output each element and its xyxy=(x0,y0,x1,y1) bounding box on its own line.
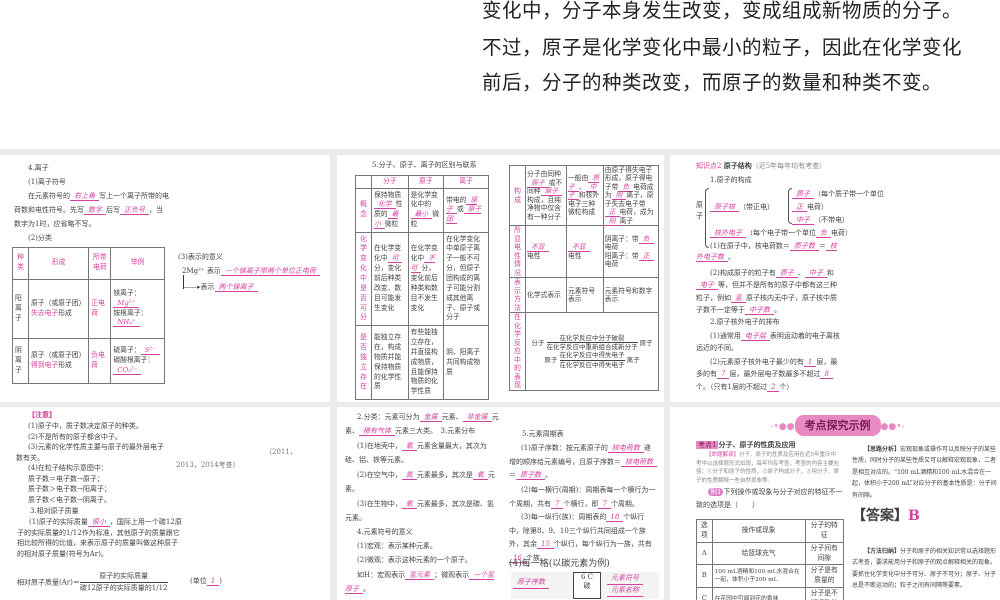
paragraph: (1)在原子中，核电荷数＝ 质子数＝核外电子数。 xyxy=(696,242,837,262)
paragraph: (2)元素原子核外电子最少的有 1 层，最多的有 7 层，最外层电子数最多不超过 8个。（… xyxy=(696,358,838,392)
ion-meaning-line: ——▸表示 两个镁离子 xyxy=(183,282,258,293)
topic-heading: 考点1 分子、原子的性质及应用 xyxy=(696,440,796,449)
section-title: 4.离子 xyxy=(28,164,49,172)
table-row: B 100 mL酒精和100 mL水混合在一起，体积小于200 mL 分子是有质量的 xyxy=(696,564,845,589)
table-row: 表示方法 化学式表示 元素符号表示 元素符号和数字表示 xyxy=(509,277,660,314)
section-banner: -•●● 考点探究示例 ●●•- xyxy=(770,415,905,437)
paragraph: 2.分类：元素可分为 金属 元素、 非金属 元素、 稀有气体 元素三大类。 3.元素分布 xyxy=(345,413,499,436)
atom-label: 原子 xyxy=(696,201,703,220)
table-row: 是否独立存在 能独立存在，构成物质并能保持物质的化学性质 有些能独立存在，并直接构成… xyxy=(355,325,489,400)
text-line: 数字为1时，应省略不写。 xyxy=(14,220,96,228)
text-line: 在元素符号的 右上角 写上一个离子所带的电 xyxy=(28,192,169,201)
body-text-line: 前后，分子的种类改变，而原子的数量和种类不变。 xyxy=(482,71,943,94)
method-summary-paragraph: 【方法归纳】分子和原子的相关知识常以选择题形式考查，要求能用分子和原子的观点解释… xyxy=(852,548,997,590)
answer: 【答案】B xyxy=(852,508,920,524)
proton-line-2: 正电荷） xyxy=(792,202,828,213)
exam-years: 2013，2014考查） xyxy=(176,461,240,469)
table-row: 概念 保持物质化学 性质的 最小 微粒 是化学变化中的最小 微粒 带电的 原子或原子团 xyxy=(355,188,489,233)
paragraph: (1)原子序数：按元素原子的 核电荷数 递增的顺序给元素编号，且原子序数＝ 核电荷数＝… xyxy=(509,442,657,483)
element-cell-diagram: 6 C碳 原子序数 元素符号 元素名称 xyxy=(511,572,659,599)
text-line: (2)微观：表示这种元素的一个原子。 xyxy=(357,556,472,564)
table-row: C在花园中可闻到花的香味分子是不断运动的 xyxy=(696,587,845,600)
paragraph: (2)构成原子的粒子有 质子、中子 和电子 等，但并不是所有的原子中都有这三种粒子，例… xyxy=(696,269,837,315)
table-row: A 给篮球充气 分子间有间隙 xyxy=(696,541,845,566)
table-row: 构成 分子由同种原子 或不同种 原子构成，且纯净物中仅含有一种分子 一般由 质子、中子 和核… xyxy=(509,164,660,227)
table-row: 化学变化中是否可分 在化学变化中 可分，变化前后种类改变、数目可能发生变化 在化学变化… xyxy=(355,231,489,327)
unit-line: (单位 1) xyxy=(190,577,222,586)
table-row: 阳离子 原子（或原子团）失去电子形成 正电荷 镁离子：Mg²⁺ 铵根离子：NH₄⁺ xyxy=(12,278,165,339)
proton-line: 质子 （每个质子带一个单位 xyxy=(792,189,884,200)
paragraph: 如H：宏观表示 氢元素 ；微观表示 一个氢原子。 xyxy=(345,571,495,594)
subsection-title: 1.原子的构成 xyxy=(710,176,752,184)
subsection-title: (3)表示的意义 xyxy=(178,253,223,261)
electron-line: 核外电子 （每个电子带一个单位负电荷） xyxy=(710,228,852,239)
section-title: 5.分子、原子、离子的区别与联系 xyxy=(372,161,477,169)
subsection-title: (1)离子符号 xyxy=(28,178,66,186)
slide-thumbnail-exam-example[interactable]: -•●● 考点探究示例 ●●•- 考点1 分子、原子的性质及应用 【命题解读】分子、原… xyxy=(670,407,1000,600)
nucleus-line: 原子核 （带正电） xyxy=(710,202,774,213)
document-page-top: 变化中，分子本身发生改变，变成组成新物质的分子。 不过，原子是化学变化中最小的粒… xyxy=(0,0,1000,149)
note-heading: 【注意】 xyxy=(28,410,56,419)
paragraph: (1)通常用 电子层 表明运动着的电子离核远近的不同。 xyxy=(696,332,840,353)
example-question: 例1 下列操作或现象与分子对应的特征不一致的选项是（ ） xyxy=(696,488,843,509)
slide-thumbnail-elements[interactable]: 2.分类：元素可分为 金属 元素、 非金属 元素、 稀有气体 元素三大类。 3.元素分布 (… xyxy=(337,407,664,600)
subsection-title: 3.相对原子质量 xyxy=(30,507,79,515)
exam-interpretation: 【命题解读】分子、原子的性质及应用在近5年重庆中考中以选择题形式出现，每年均有考… xyxy=(696,452,840,484)
slide-thumbnail-notes-relative-mass[interactable]: 【注意】 (1)原子中，质子数决定原子的种类。 (2)不是所有的原子都含中子。 (3… xyxy=(0,407,330,600)
slide-thumbnail-molecule-atom-ion[interactable]: 5.分子、原子、离子的区别与联系 分子 原子 离子 概念 保持物质化学 性质的 最小 微粒是… xyxy=(337,155,664,402)
slide-thumbnail-ions[interactable]: 4.离子 (1)离子符号 在元素符号的 右上角 写上一个离子所带的电 荷数和电性符号… xyxy=(0,155,330,402)
comparison-table-left: 分子 原子 离子 概念 保持物质化学 性质的 最小 微粒 是化学变化中的最小 微粒 带电的 原子或原… xyxy=(355,174,489,400)
brace xyxy=(705,188,709,248)
analysis-paragraph: 【思路分析】宏观现象或操作可以反映分子的某些性质，同时分子的某些性质又可以解释宏… xyxy=(852,446,997,499)
subsection-title: 5.元素周期表 xyxy=(522,430,564,438)
neutron-line: 中子 （不带电） xyxy=(792,215,849,226)
paragraph: (1)在地壳中，氧元素含量最大，其次为硅、铝、铁等元素。 xyxy=(345,442,487,464)
paragraph: (2)每一横行(周期)：周期表每一个横行为一个周期，共有 7 个横行，即 7 个周期。 xyxy=(509,486,656,509)
ion-meaning-line: 2Mg²⁺ 表示 一个镁离子带两个单位正电荷 xyxy=(182,266,320,277)
knowledge-point-heading: 知识点2 原子结构（近5年每年均有考查） xyxy=(696,161,827,170)
body-text-line: 变化中，分子本身发生改变，变成组成新物质的分子。 xyxy=(482,0,963,22)
table-row: 阴离子 原子（或原子团）得到电子形成 负电荷 硫离子： S²⁻ 碳酸根离子：CO₃²⁻ xyxy=(12,337,165,385)
paragraph: (1)原子的实际质量 很小 ，国际上用一个碳12原子的实际质量的1/12作为标准，其… xyxy=(17,518,182,558)
subsection-title: (4)每一格(以碳元素为例) xyxy=(509,559,610,569)
comparison-table-right: 构成 分子由同种原子 或不同种 原子构成，且纯净物中仅含有一种分子 一般由 质子、中子 和核… xyxy=(509,164,660,391)
text-line: (1)宏观：表示某种元素。 xyxy=(357,542,437,550)
formula: 相对原子质量(Ar)＝ 原子的实际质量 碳12原子的实际质量的1/12 xyxy=(17,572,168,592)
exam-years: （2011， xyxy=(265,448,297,456)
paragraph: (3)在生物中，氧元素最多，其次是碳、氢元素。 xyxy=(345,500,494,522)
subsection-title: 4.元素符号的意义 xyxy=(357,528,413,536)
note-list: (1)原子中，质子数决定原子的种类。 (2)不是所有的原子都含中子。 (3)元素的化… xyxy=(16,422,164,504)
paragraph: (2)在空气中，氮元素最多，其次是氧元素。 xyxy=(345,471,495,493)
subsection-title: (2)分类 xyxy=(28,234,52,242)
table-row: 在化学反应中的表现 分子 在化学反应中分子破裂 在化学反应中重新组合成新分子 原子原… xyxy=(509,312,659,391)
body-text-line: 不过，原子是化学变化中最小的粒子，因此在化学变化 xyxy=(482,36,963,59)
text-line: 荷数和电性符号。先写 数字 后写 正负号 ，当 xyxy=(14,206,163,215)
example-options-table: 选项 操作或现象 分子的特征 A 给篮球充气 分子间有间隙 B 100 mL酒精和100 … xyxy=(696,519,845,600)
slide-thumbnail-atomic-structure[interactable]: 知识点2 原子结构（近5年每年均有考查） 1.原子的构成 原子 原子核 （带正电）… xyxy=(670,155,1000,402)
subsection-title: 2.原子核外电子的排布 xyxy=(710,318,780,326)
ion-classification-table: 种类 形成 所带电荷 举例 阳离子 原子（或原子团）失去电子形成 正电荷 镁离子：Mg²⁺ 铵… xyxy=(12,247,165,385)
table-row: 所显电性情况 不显 电性 不显 电性 阴离子：带 负电荷 阳离子：带 正电荷 xyxy=(509,225,660,279)
